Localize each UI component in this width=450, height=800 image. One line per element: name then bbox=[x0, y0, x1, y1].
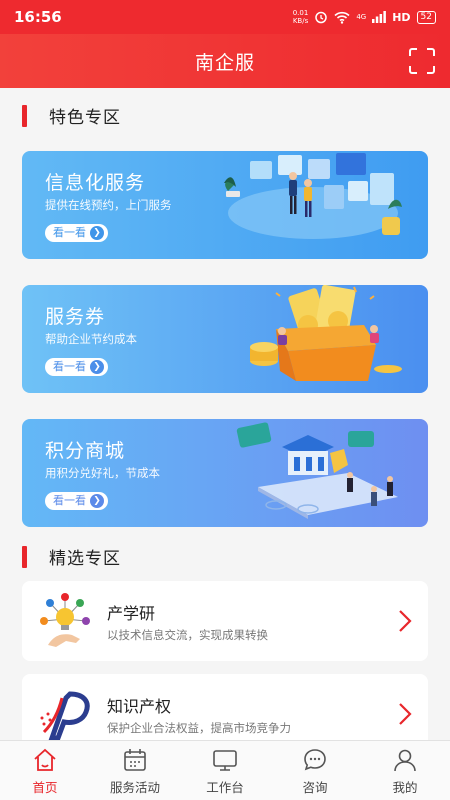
page-title: 南企服 bbox=[194, 51, 255, 74]
tab-label: 服务活动 bbox=[109, 780, 160, 795]
tab-label: 首页 bbox=[32, 780, 58, 795]
status-time: 16:56 bbox=[14, 8, 62, 26]
main-content[interactable]: 特色专区 信息化服务 提供在线预约，上门服务 看一看 ❯ 服务券 帮助企业节约成… bbox=[0, 88, 450, 740]
banner-points-mall[interactable]: 积分商城 用积分兑好礼，节成本 看一看 ❯ bbox=[22, 419, 428, 527]
arrow-right-icon: ❯ bbox=[90, 360, 104, 374]
list-item-research[interactable]: 产学研 以技术信息交流，实现成果转换 bbox=[22, 581, 428, 661]
app-header: 南企服 bbox=[0, 34, 450, 88]
tab-service-activity[interactable]: 服务活动 bbox=[90, 741, 180, 800]
points-mall-illustration bbox=[236, 422, 398, 519]
signal-icon bbox=[372, 11, 387, 23]
banner-info-service[interactable]: 信息化服务 提供在线预约，上门服务 看一看 ❯ bbox=[22, 151, 428, 259]
tab-label: 工作台 bbox=[206, 780, 244, 795]
view-button[interactable]: 看一看 ❯ bbox=[45, 492, 108, 510]
list-item-ip[interactable]: 知识产权 保护企业合法权益，提高市场竞争力 bbox=[22, 674, 428, 740]
info-service-illustration bbox=[224, 153, 402, 239]
view-button-label: 看一看 bbox=[53, 494, 86, 507]
section-marker bbox=[22, 104, 27, 127]
banner-subtitle: 提供在线预约，上门服务 bbox=[45, 198, 172, 212]
featured-section-header: 特色专区 bbox=[22, 103, 121, 128]
list-item-subtitle: 以技术信息交流，实现成果转换 bbox=[107, 628, 268, 642]
net-speed: 0.01 KB/s bbox=[293, 9, 309, 25]
monitor-icon bbox=[213, 750, 237, 771]
signal-label: 4G bbox=[356, 13, 367, 21]
selected-section-header: 精选专区 bbox=[22, 544, 121, 569]
scan-icon[interactable] bbox=[408, 47, 436, 75]
arrow-right-icon: ❯ bbox=[90, 494, 104, 508]
user-icon bbox=[394, 749, 416, 772]
battery-indicator: 52 bbox=[416, 10, 436, 24]
section-marker bbox=[22, 545, 27, 568]
status-bar: 16:56 0.01 KB/s 4G HD 52 bbox=[0, 0, 450, 34]
net-speed-value: 0.01 bbox=[292, 9, 309, 17]
chevron-right-icon bbox=[399, 610, 412, 632]
chat-icon bbox=[304, 749, 326, 771]
calendar-icon bbox=[124, 749, 146, 771]
banner-service-voucher[interactable]: 服务券 帮助企业节约成本 看一看 ❯ bbox=[22, 285, 428, 393]
bottom-tab-bar: 首页 服务活动 工作台 咨询 我的 bbox=[0, 740, 450, 800]
banner-title: 服务券 bbox=[45, 306, 106, 328]
tab-consult[interactable]: 咨询 bbox=[270, 741, 360, 800]
tab-label: 我的 bbox=[392, 780, 418, 795]
banner-title: 信息化服务 bbox=[45, 172, 146, 194]
hd-label: HD bbox=[392, 10, 411, 24]
lightbulb-icon bbox=[40, 593, 90, 647]
wifi-icon bbox=[334, 11, 350, 24]
chevron-right-icon bbox=[399, 703, 412, 725]
view-button-label: 看一看 bbox=[53, 226, 86, 239]
view-button[interactable]: 看一看 ❯ bbox=[45, 358, 108, 376]
home-icon bbox=[34, 748, 56, 771]
banner-subtitle: 用积分兑好礼，节成本 bbox=[45, 466, 160, 480]
status-icons: 0.01 KB/s 4G HD 52 bbox=[293, 9, 436, 25]
voucher-illustration bbox=[250, 285, 402, 381]
banner-title: 积分商城 bbox=[45, 440, 126, 462]
arrow-right-icon: ❯ bbox=[90, 226, 104, 240]
selected-section-title: 精选专区 bbox=[49, 549, 121, 569]
featured-section-title: 特色专区 bbox=[49, 108, 121, 128]
view-button-label: 看一看 bbox=[53, 360, 86, 373]
banner-subtitle: 帮助企业节约成本 bbox=[45, 332, 137, 346]
tab-mine[interactable]: 我的 bbox=[360, 741, 450, 800]
list-item-title: 知识产权 bbox=[107, 697, 172, 716]
view-button[interactable]: 看一看 ❯ bbox=[45, 224, 108, 242]
net-speed-unit: KB/s bbox=[292, 17, 309, 25]
list-item-title: 产学研 bbox=[107, 604, 156, 623]
ip-logo-icon bbox=[40, 691, 90, 740]
list-item-subtitle: 保护企业合法权益，提高市场竞争力 bbox=[107, 721, 291, 735]
alarm-icon bbox=[315, 11, 328, 24]
tab-home[interactable]: 首页 bbox=[0, 741, 90, 800]
tab-label: 咨询 bbox=[302, 780, 328, 795]
tab-workbench[interactable]: 工作台 bbox=[180, 741, 270, 800]
